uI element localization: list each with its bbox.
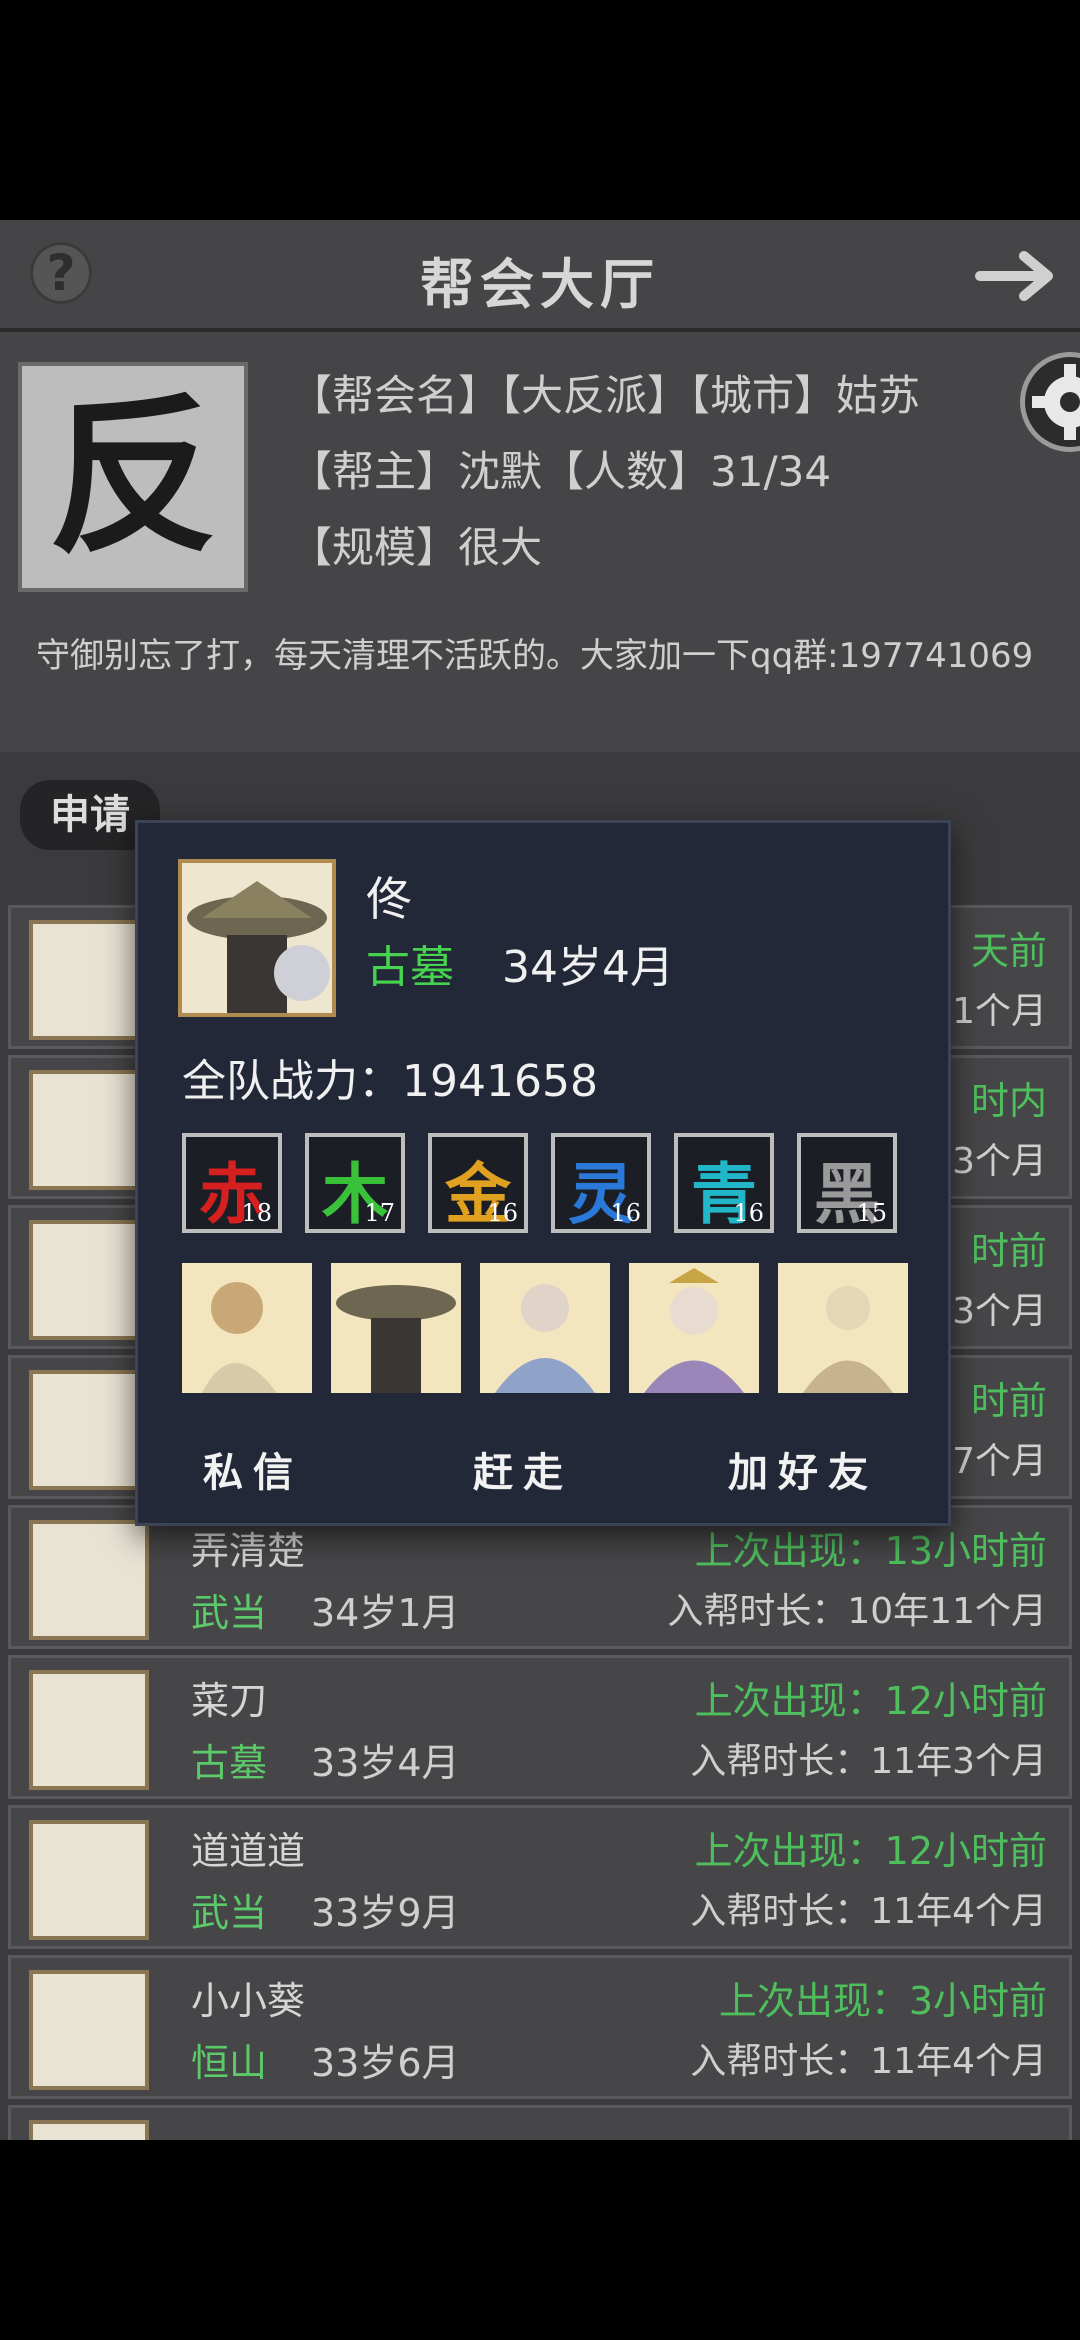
- last-seen: 上次出现：12小时前: [694, 1829, 1047, 1873]
- member-sect: 武当: [191, 1891, 268, 1935]
- element-level: 18: [241, 1199, 272, 1227]
- arrow-right-icon[interactable]: [972, 246, 1062, 306]
- member-avatar: [33, 1974, 145, 2086]
- popup-sect: 古墓: [366, 942, 454, 993]
- join-duration: 入帮时长：11年4个月: [690, 1891, 1047, 1932]
- last-seen: 上次出现：12小时前: [694, 1679, 1047, 1723]
- join-duration: 入帮时长：11年4个月: [690, 2041, 1047, 2082]
- guild-emblem-char: 反: [47, 377, 218, 577]
- element-badge: 灵 16: [551, 1133, 651, 1233]
- element-level: 16: [487, 1199, 518, 1227]
- join-duration: 3个月: [952, 1141, 1047, 1182]
- member-name: 菜刀: [191, 1679, 268, 1723]
- page-title: 帮会大厅: [420, 252, 660, 316]
- hero-portrait[interactable]: [629, 1263, 759, 1393]
- guild-hall-screen: ? 帮会大厅 反 【帮会名】【大反派】【城市】姑苏 【帮主】沈默【人数】31/3…: [0, 220, 1080, 2140]
- element-badge: 青 16: [674, 1133, 774, 1233]
- gear-icon[interactable]: [1020, 352, 1080, 452]
- join-duration: 3个月: [952, 1291, 1047, 1332]
- last-seen: 时内: [970, 1079, 1047, 1123]
- guild-notice: 守御别忘了打，每天清理不活跃的。大家加一下qq群:197741069: [36, 636, 1034, 676]
- member-sect: 武当: [191, 1591, 268, 1635]
- member-avatar: [33, 1524, 145, 1636]
- element-badge: 木 17: [305, 1133, 405, 1233]
- list-item[interactable]: [8, 2105, 1072, 2140]
- guild-emblem: 反: [22, 366, 244, 588]
- guild-leader-count: 【帮主】沈默【人数】31/34: [290, 447, 832, 496]
- member-age: 33岁4月: [311, 1741, 460, 1785]
- hero-portrait[interactable]: [182, 1263, 312, 1393]
- kick-button[interactable]: 赶走: [448, 1433, 598, 1513]
- popup-avatar: [182, 863, 332, 1013]
- member-sect: 恒山: [191, 2041, 268, 2085]
- last-seen: 时前: [970, 1379, 1047, 1423]
- member-avatar: [33, 1074, 145, 1186]
- member-name: 小小葵: [191, 1979, 306, 2023]
- member-avatar: [33, 1674, 145, 1786]
- member-detail-popup: 佟 古墓 34岁4月 全队战力：1941658 赤 18 木 17 金 16 灵 16 青 16 黑…: [135, 820, 951, 1526]
- hero-portrait[interactable]: [331, 1263, 461, 1393]
- element-level: 17: [364, 1199, 395, 1227]
- last-seen: 天前: [970, 929, 1047, 973]
- member-avatar: [33, 924, 145, 1036]
- hero-portrait[interactable]: [480, 1263, 610, 1393]
- top-bar: ? 帮会大厅: [0, 220, 1080, 332]
- member-name: 道道道: [191, 1829, 306, 1873]
- last-seen: 上次出现：13小时前: [694, 1529, 1047, 1573]
- element-level: 15: [856, 1199, 887, 1227]
- popup-age: 34岁4月: [502, 942, 674, 993]
- member-name: 弄清楚: [191, 1529, 306, 1573]
- join-duration: 1个月: [952, 991, 1047, 1032]
- list-item[interactable]: 小小葵 恒山 33岁6月 上次出现：3小时前 入帮时长：11年4个月: [8, 1955, 1072, 2099]
- join-duration: 入帮时长：10年11个月: [667, 1591, 1047, 1632]
- team-power: 全队战力：1941658: [182, 1056, 598, 1107]
- hero-portrait[interactable]: [778, 1263, 908, 1393]
- element-badge: 黑 15: [797, 1133, 897, 1233]
- member-age: 33岁9月: [311, 1891, 460, 1935]
- member-age: 33岁6月: [311, 2041, 460, 2085]
- guild-scale: 【规模】很大: [290, 523, 543, 572]
- element-badge: 赤 18: [182, 1133, 282, 1233]
- element-badge: 金 16: [428, 1133, 528, 1233]
- member-age: 34岁1月: [311, 1591, 460, 1635]
- element-level: 16: [610, 1199, 641, 1227]
- list-item[interactable]: 弄清楚 武当 34岁1月 上次出现：13小时前 入帮时长：10年11个月: [8, 1505, 1072, 1649]
- member-avatar: [33, 1374, 145, 1486]
- list-item[interactable]: 菜刀 古墓 33岁4月 上次出现：12小时前 入帮时长：11年3个月: [8, 1655, 1072, 1799]
- list-item[interactable]: 道道道 武当 33岁9月 上次出现：12小时前 入帮时长：11年4个月: [8, 1805, 1072, 1949]
- last-seen: 时前: [970, 1229, 1047, 1273]
- popup-name: 佟: [366, 872, 412, 926]
- member-avatar: [33, 2124, 145, 2140]
- member-avatar: [33, 1224, 145, 1336]
- member-sect: 古墓: [191, 1741, 268, 1785]
- last-seen: 上次出现：3小时前: [718, 1979, 1047, 2023]
- guild-name-city: 【帮会名】【大反派】【城市】姑苏: [290, 371, 921, 420]
- element-level: 16: [733, 1199, 764, 1227]
- member-avatar: [33, 1824, 145, 1936]
- join-duration: 入帮时长：11年3个月: [690, 1741, 1047, 1782]
- join-duration: 7个月: [952, 1441, 1047, 1482]
- private-message-button[interactable]: 私信: [178, 1433, 328, 1513]
- add-friend-button[interactable]: 加好友: [708, 1433, 898, 1513]
- guild-info-panel: 反 【帮会名】【大反派】【城市】姑苏 【帮主】沈默【人数】31/34 【规模】很…: [0, 332, 1080, 752]
